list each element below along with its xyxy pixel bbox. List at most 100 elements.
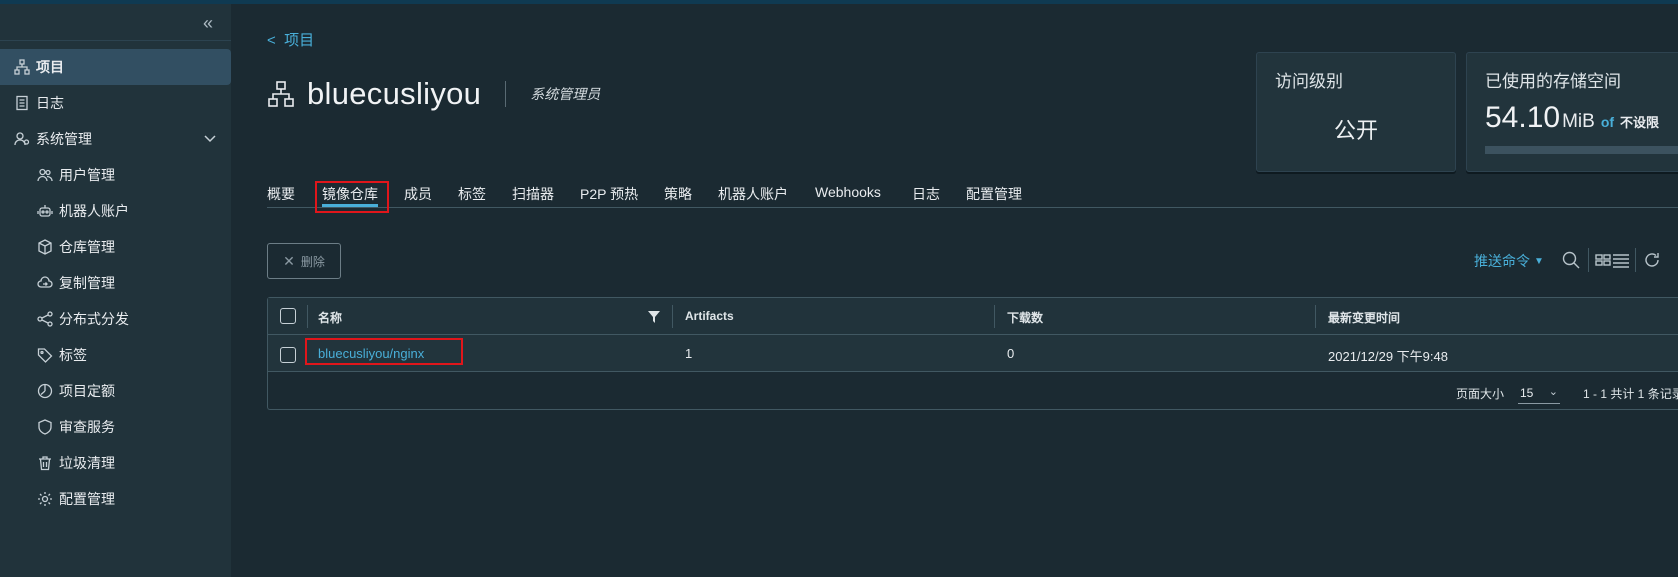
sidebar-item-admin[interactable]: 系统管理 — [0, 121, 231, 157]
sidebar-item-label: 用户管理 — [59, 167, 115, 183]
sidebar-item-registries[interactable]: 仓库管理 — [0, 229, 231, 265]
access-level-card: 访问级别 公开 — [1256, 52, 1456, 172]
breadcrumb-projects-link[interactable]: 项目 — [284, 32, 314, 49]
access-level-title: 访问级别 — [1275, 72, 1343, 91]
last-modified-time: 2021/12/29 下午9:48 — [1328, 349, 1448, 364]
sidebar-item-distribution[interactable]: 分布式分发 — [0, 301, 231, 337]
admin-icon — [14, 131, 30, 147]
shield-icon — [37, 419, 53, 435]
table-footer: 页面大小 15 ⌄ 1 - 1 共计 1 条记录 — [268, 372, 1678, 410]
sidebar-item-config[interactable]: 配置管理 — [0, 481, 231, 517]
sidebar-item-label: 标签 — [59, 347, 87, 363]
tab-summary[interactable]: 概要 — [267, 184, 295, 204]
column-header-artifacts[interactable]: Artifacts — [685, 309, 734, 323]
breadcrumb-back[interactable]: < — [267, 32, 276, 49]
column-header-name[interactable]: 名称 — [318, 309, 342, 326]
sidebar-item-audit[interactable]: 审查服务 — [0, 409, 231, 445]
breadcrumb[interactable]: < 项目 — [267, 29, 314, 50]
tab-members[interactable]: 成员 — [404, 184, 432, 204]
sidebar-item-label: 分布式分发 — [59, 311, 129, 327]
sidebar-item-projects[interactable]: 项目 — [0, 49, 231, 85]
storage-number: 54.10 — [1485, 101, 1561, 134]
highlight-box-tab — [315, 181, 389, 213]
sidebar-item-label: 复制管理 — [59, 275, 115, 291]
registry-icon — [37, 239, 53, 255]
tab-policy[interactable]: 策略 — [664, 184, 692, 204]
title-divider — [505, 81, 507, 107]
refresh-icon[interactable] — [1642, 250, 1662, 270]
row-checkbox[interactable] — [280, 347, 296, 363]
tab-p2p-preheat[interactable]: P2P 预热 — [580, 184, 638, 204]
project-tabs: 概要 镜像仓库 成员 标签 扫描器 P2P 预热 策略 机器人账户 Webhoo… — [267, 176, 1678, 208]
pull-count: 0 — [1007, 346, 1015, 361]
list-view-icon[interactable] — [1611, 250, 1631, 270]
tab-labels[interactable]: 标签 — [458, 184, 486, 204]
storage-card: 已使用的存储空间 54.10 MiB of 不设限 — [1466, 52, 1678, 172]
table-row: bluecusliyou/nginx 1 0 2021/12/29 下午9:48 — [268, 335, 1678, 372]
replication-icon — [37, 275, 53, 291]
access-level-value: 公开 — [1333, 118, 1378, 143]
sidebar-item-quotas[interactable]: 项目定额 — [0, 373, 231, 409]
chevron-down-icon[interactable] — [203, 131, 217, 145]
chevron-down-icon: ⌄ — [1548, 386, 1558, 398]
column-divider — [994, 305, 995, 328]
column-header-pulls[interactable]: 下载数 — [1007, 309, 1043, 326]
close-icon: ✕ — [283, 252, 295, 269]
sidebar-item-label: 系统管理 — [36, 131, 92, 147]
storage-limit: 不设限 — [1620, 115, 1660, 130]
push-command-label: 推送命令 — [1474, 253, 1530, 269]
column-divider — [307, 305, 308, 328]
project-header: bluecusliyou 系统管理员 — [267, 74, 600, 114]
sidebar-item-label: 项目 — [36, 59, 64, 75]
project-icon — [268, 81, 294, 107]
sidebar-item-logs[interactable]: 日志 — [0, 85, 231, 121]
toolbar-divider — [1635, 248, 1636, 272]
robot-icon — [37, 203, 53, 219]
sidebar: « 项目 日志 系统管理 用户管理 机器人账户 仓库管理 复制管理 分布式分发 … — [0, 4, 231, 577]
column-divider — [672, 305, 673, 328]
sidebar-item-replication[interactable]: 复制管理 — [0, 265, 231, 301]
sidebar-item-users[interactable]: 用户管理 — [0, 157, 231, 193]
tab-logs[interactable]: 日志 — [912, 184, 940, 204]
sidebar-item-label: 配置管理 — [59, 491, 115, 507]
user-role: 系统管理员 — [530, 86, 601, 102]
delete-label: 删除 — [300, 254, 325, 269]
project-icon — [14, 59, 30, 75]
chevron-down-icon: ▼ — [1534, 255, 1544, 267]
tab-configuration[interactable]: 配置管理 — [966, 184, 1022, 204]
search-icon[interactable] — [1561, 250, 1581, 270]
filter-icon[interactable] — [648, 310, 660, 323]
delete-button[interactable]: ✕ 删除 — [267, 243, 341, 279]
sidebar-item-labels[interactable]: 标签 — [0, 337, 231, 373]
column-header-last-modified[interactable]: 最新变更时间 — [1328, 309, 1400, 326]
pagination-summary: 1 - 1 共计 1 条记录 — [1583, 387, 1678, 401]
storage-of: of — [1600, 114, 1615, 130]
storage-progress-bar — [1485, 146, 1678, 154]
artifacts-count: 1 — [685, 346, 693, 361]
sidebar-item-label: 日志 — [36, 95, 64, 111]
tab-webhooks[interactable]: Webhooks — [815, 184, 881, 200]
highlight-box-repository — [305, 338, 463, 365]
quota-icon — [37, 383, 53, 399]
trash-icon — [37, 455, 53, 471]
tab-robot-accounts[interactable]: 机器人账户 — [718, 184, 788, 204]
storage-unit: MiB — [1562, 111, 1595, 132]
sidebar-item-label: 机器人账户 — [59, 203, 129, 219]
toolbar-divider — [1588, 248, 1589, 272]
column-divider — [1315, 305, 1316, 328]
users-icon — [37, 167, 53, 183]
sidebar-item-label: 项目定额 — [59, 383, 115, 399]
collapse-sidebar-icon[interactable]: « — [199, 14, 217, 32]
page-size-value: 15 — [1520, 386, 1534, 400]
page-size-select[interactable]: 15 ⌄ — [1518, 382, 1560, 404]
sidebar-item-gc[interactable]: 垃圾清理 — [0, 445, 231, 481]
page-title: bluecusliyou — [307, 76, 482, 111]
sidebar-item-robot-accounts[interactable]: 机器人账户 — [0, 193, 231, 229]
sidebar-item-label: 垃圾清理 — [59, 455, 115, 471]
sidebar-divider — [0, 40, 231, 41]
table-header: 名称 Artifacts 下载数 最新变更时间 — [268, 298, 1678, 335]
push-command-dropdown[interactable]: 推送命令 ▼ — [1474, 251, 1544, 271]
distribution-icon — [37, 311, 53, 327]
select-all-checkbox[interactable] — [280, 308, 296, 324]
tab-scanner[interactable]: 扫描器 — [512, 184, 554, 204]
